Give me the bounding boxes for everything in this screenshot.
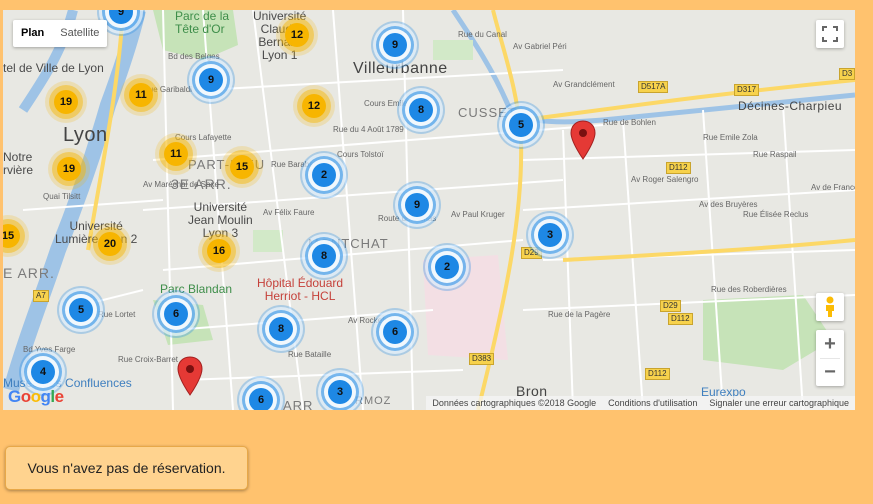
map-pin-marker[interactable]	[570, 120, 596, 160]
shield-d112-c: D112	[645, 368, 670, 380]
cluster-marker[interactable]: 4	[31, 360, 55, 384]
map-base	[3, 10, 855, 410]
cluster-marker[interactable]: 6	[249, 388, 273, 410]
shield-d383: D383	[469, 353, 495, 365]
cluster-marker[interactable]: 9	[383, 33, 407, 57]
cluster-marker[interactable]: 12	[302, 94, 326, 118]
fullscreen-button[interactable]	[816, 20, 844, 48]
cluster-marker[interactable]: 5	[69, 298, 93, 322]
cluster-marker[interactable]: 6	[383, 320, 407, 344]
cluster-marker[interactable]: 19	[54, 90, 78, 114]
cluster-marker[interactable]: 11	[164, 142, 188, 166]
map-type-control: Plan Satellite	[13, 20, 108, 47]
shield-a7: A7	[33, 290, 49, 302]
zoom-out-button[interactable]: −	[816, 359, 844, 386]
terms-link[interactable]: Conditions d'utilisation	[602, 398, 703, 408]
street-view-button[interactable]	[816, 293, 844, 321]
cluster-marker[interactable]: 15	[230, 155, 254, 179]
shield-d112-b: D112	[668, 313, 693, 325]
map-pin-marker[interactable]	[177, 356, 203, 396]
map-attribution: Données cartographiques ©2018 Google Con…	[426, 396, 855, 410]
cluster-marker[interactable]: 9	[199, 68, 223, 92]
cluster-marker[interactable]: 16	[207, 239, 231, 263]
cluster-marker[interactable]: 3	[538, 223, 562, 247]
zoom-control: + −	[816, 330, 844, 386]
cluster-marker[interactable]: 8	[269, 317, 293, 341]
shield-d29-a: D29	[521, 247, 542, 259]
cluster-marker[interactable]: 9	[405, 193, 429, 217]
cluster-marker[interactable]: 12	[285, 23, 309, 47]
pegman-icon	[826, 296, 834, 317]
cluster-marker[interactable]: 11	[129, 83, 153, 107]
cluster-marker[interactable]: 2	[435, 255, 459, 279]
report-error-link[interactable]: Signaler une erreur cartographique	[703, 398, 855, 408]
map[interactable]: Villeurbanne Lyon Décines-Charpieu CUSSE…	[3, 10, 855, 410]
shield-d317: D317	[734, 84, 760, 96]
shield-d29-b: D29	[660, 300, 681, 312]
shield-d517a: D517A	[638, 81, 669, 93]
google-logo: Google	[8, 387, 64, 406]
no-reservation-notice: Vous n'avez pas de réservation.	[5, 446, 248, 490]
shield-d3: D3	[839, 68, 855, 80]
cluster-marker[interactable]: 8	[312, 244, 336, 268]
map-data-credit: Données cartographiques ©2018 Google	[432, 398, 597, 408]
map-type-plan-button[interactable]: Plan	[13, 20, 52, 47]
fullscreen-icon	[822, 26, 838, 42]
shield-d112: D112	[666, 162, 691, 174]
zoom-in-button[interactable]: +	[816, 330, 844, 358]
cluster-marker[interactable]: 3	[328, 380, 352, 404]
cluster-marker[interactable]: 5	[509, 113, 533, 137]
map-type-satellite-button[interactable]: Satellite	[52, 20, 107, 47]
cluster-marker[interactable]: 20	[98, 232, 122, 256]
cluster-marker[interactable]: 19	[57, 157, 81, 181]
cluster-marker[interactable]: 6	[164, 302, 188, 326]
cluster-marker[interactable]: 2	[312, 163, 336, 187]
cluster-marker[interactable]: 8	[409, 98, 433, 122]
